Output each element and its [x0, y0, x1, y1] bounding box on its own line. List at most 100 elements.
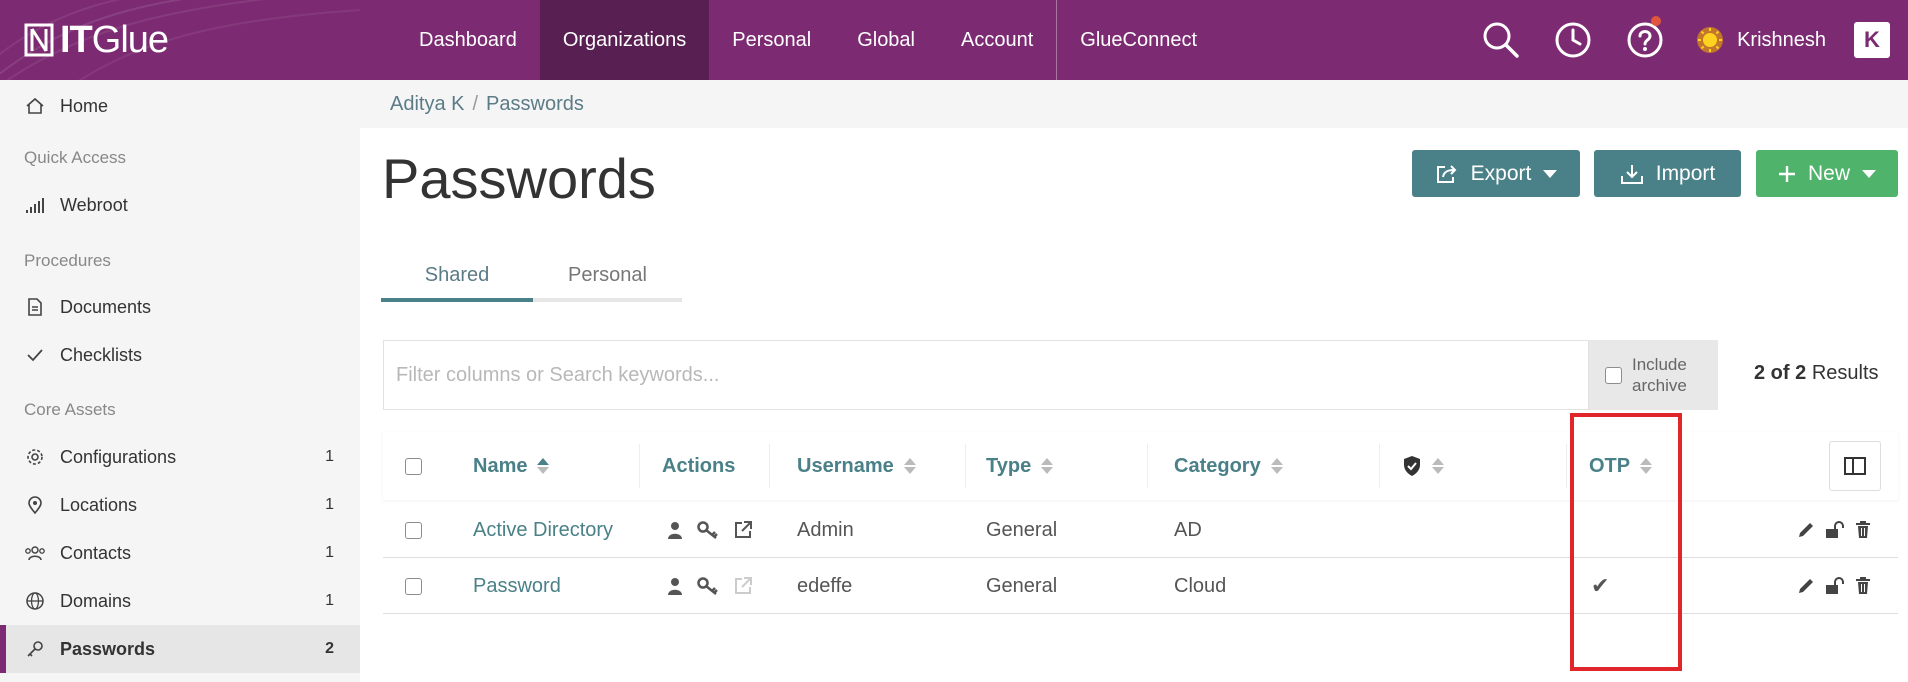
new-button[interactable]: New	[1756, 150, 1898, 197]
pencil-icon[interactable]	[1797, 521, 1815, 539]
tab-shared[interactable]: Shared	[381, 252, 533, 302]
pencil-icon[interactable]	[1797, 577, 1815, 595]
column-header-security[interactable]	[1402, 432, 1444, 500]
export-icon	[1436, 164, 1457, 183]
password-name-link[interactable]: Password	[473, 558, 561, 614]
chevron-down-icon	[1543, 169, 1558, 178]
select-all-checkbox[interactable]	[405, 457, 422, 475]
nav-account[interactable]: Account	[938, 0, 1056, 80]
sidebar-item-count: 1	[325, 544, 334, 561]
sidebar-item-label: Passwords	[60, 638, 156, 659]
notification-dot	[1651, 16, 1662, 26]
copy-username-user-icon[interactable]	[667, 577, 683, 595]
row-actions	[667, 502, 753, 558]
column-header-username[interactable]: Username	[797, 432, 916, 500]
sort-icon	[903, 458, 916, 474]
recent-activity-button[interactable]	[1537, 0, 1609, 80]
unlock-icon[interactable]	[1825, 521, 1845, 539]
include-archive-label: Include archive	[1632, 355, 1687, 395]
sidebar-item-label: Domains	[60, 590, 132, 611]
select-all-checkbox-cell	[405, 432, 422, 500]
include-archive-checkbox[interactable]	[1605, 366, 1622, 384]
sidebar-item-count: 1	[325, 592, 334, 609]
help-icon	[1627, 22, 1663, 58]
copy-password-key-icon[interactable]	[697, 576, 719, 596]
plus-icon	[1778, 165, 1795, 182]
external-link-disabled-icon	[735, 577, 752, 594]
import-icon	[1620, 164, 1643, 184]
signal-bars-icon	[24, 194, 46, 216]
top-navigation-bar: ITGlue Dashboard Organizations Personal …	[0, 0, 1908, 80]
nav-personal[interactable]: Personal	[709, 0, 834, 80]
nav-global[interactable]: Global	[834, 0, 938, 80]
user-menu[interactable]: Krishnesh	[1681, 25, 1854, 55]
row-checkbox[interactable]	[405, 521, 422, 539]
unlock-icon[interactable]	[1825, 577, 1845, 595]
row-checkbox[interactable]	[405, 577, 422, 595]
row-edit-actions	[1797, 502, 1871, 558]
export-button[interactable]: Export	[1412, 150, 1580, 197]
breadcrumb-organization[interactable]: Aditya K	[390, 93, 464, 116]
type-cell: General	[986, 574, 1058, 597]
search-button[interactable]	[1465, 0, 1537, 80]
map-pin-icon	[24, 494, 46, 516]
sidebar-item-label: Checklists	[60, 344, 143, 365]
sidebar-item-count: 1	[325, 448, 334, 465]
sidebar-item-documents[interactable]: Documents	[0, 283, 360, 331]
company-logo-badge[interactable]: K	[1854, 22, 1890, 58]
top-right-controls: Krishnesh K	[1465, 0, 1908, 80]
search-input[interactable]	[396, 363, 1576, 387]
new-button-label: New	[1807, 161, 1850, 185]
search-icon	[1483, 22, 1519, 58]
itglue-logo[interactable]: ITGlue	[24, 18, 169, 62]
column-chooser-button[interactable]	[1829, 441, 1881, 491]
category-cell: AD	[1174, 518, 1202, 541]
column-divider	[769, 444, 770, 488]
copy-password-key-icon[interactable]	[697, 520, 719, 540]
help-button[interactable]	[1609, 0, 1681, 80]
sidebar-heading-procedures: Procedures	[24, 251, 111, 270]
trash-icon[interactable]	[1855, 577, 1871, 595]
tab-personal[interactable]: Personal	[533, 252, 682, 302]
sidebar: Home Quick Access Webroot Procedures Doc…	[0, 80, 360, 682]
sidebar-item-home[interactable]: Home	[0, 82, 360, 130]
nav-organizations[interactable]: Organizations	[539, 0, 710, 80]
copy-username-user-icon[interactable]	[667, 521, 683, 539]
password-name-link[interactable]: Active Directory	[473, 502, 613, 558]
checkmark-icon	[24, 344, 46, 366]
sidebar-item-domains[interactable]: Domains 1	[0, 577, 360, 625]
sidebar-item-configurations[interactable]: Configurations 1	[0, 433, 360, 481]
column-header-name[interactable]: Name	[473, 432, 550, 500]
sidebar-item-locations[interactable]: Locations 1	[0, 481, 360, 529]
key-icon	[24, 638, 46, 660]
sidebar-item-checklists[interactable]: Checklists	[0, 331, 360, 379]
nav-glueconnect[interactable]: GlueConnect	[1057, 0, 1220, 80]
sidebar-item-passwords[interactable]: Passwords 2	[0, 625, 360, 673]
sidebar-item-count: 2	[325, 640, 334, 657]
sidebar-item-label: Webroot	[60, 194, 128, 215]
row-checkbox-cell	[405, 502, 422, 558]
import-button[interactable]: Import	[1594, 150, 1741, 197]
otp-column-highlight-box	[1570, 413, 1682, 671]
results-count: 2 of 2 Results	[1754, 362, 1879, 384]
username-cell: edeffe	[797, 574, 853, 597]
open-url-external-link-icon[interactable]	[733, 520, 753, 540]
column-header-type[interactable]: Type	[986, 432, 1054, 500]
nav-dashboard[interactable]: Dashboard	[396, 0, 540, 80]
include-archive-toggle[interactable]: Include archive	[1589, 340, 1718, 410]
globe-icon	[24, 590, 46, 612]
type-cell: General	[986, 518, 1058, 541]
row-actions	[667, 558, 753, 614]
column-header-category[interactable]: Category	[1174, 432, 1283, 500]
trash-icon[interactable]	[1855, 521, 1871, 539]
sort-icon	[1432, 458, 1444, 474]
sidebar-item-contacts[interactable]: Contacts 1	[0, 529, 360, 577]
sidebar-item-label: Home	[60, 95, 109, 116]
sidebar-item-webroot[interactable]: Webroot	[0, 181, 360, 229]
export-button-label: Export	[1470, 161, 1532, 185]
breadcrumb-separator: /	[472, 92, 479, 115]
logo-mark-icon	[24, 23, 54, 57]
sidebar-item-label: Locations	[60, 494, 138, 515]
sidebar-heading-quick-access: Quick Access	[24, 148, 127, 167]
logo-text: ITGlue	[60, 18, 169, 61]
